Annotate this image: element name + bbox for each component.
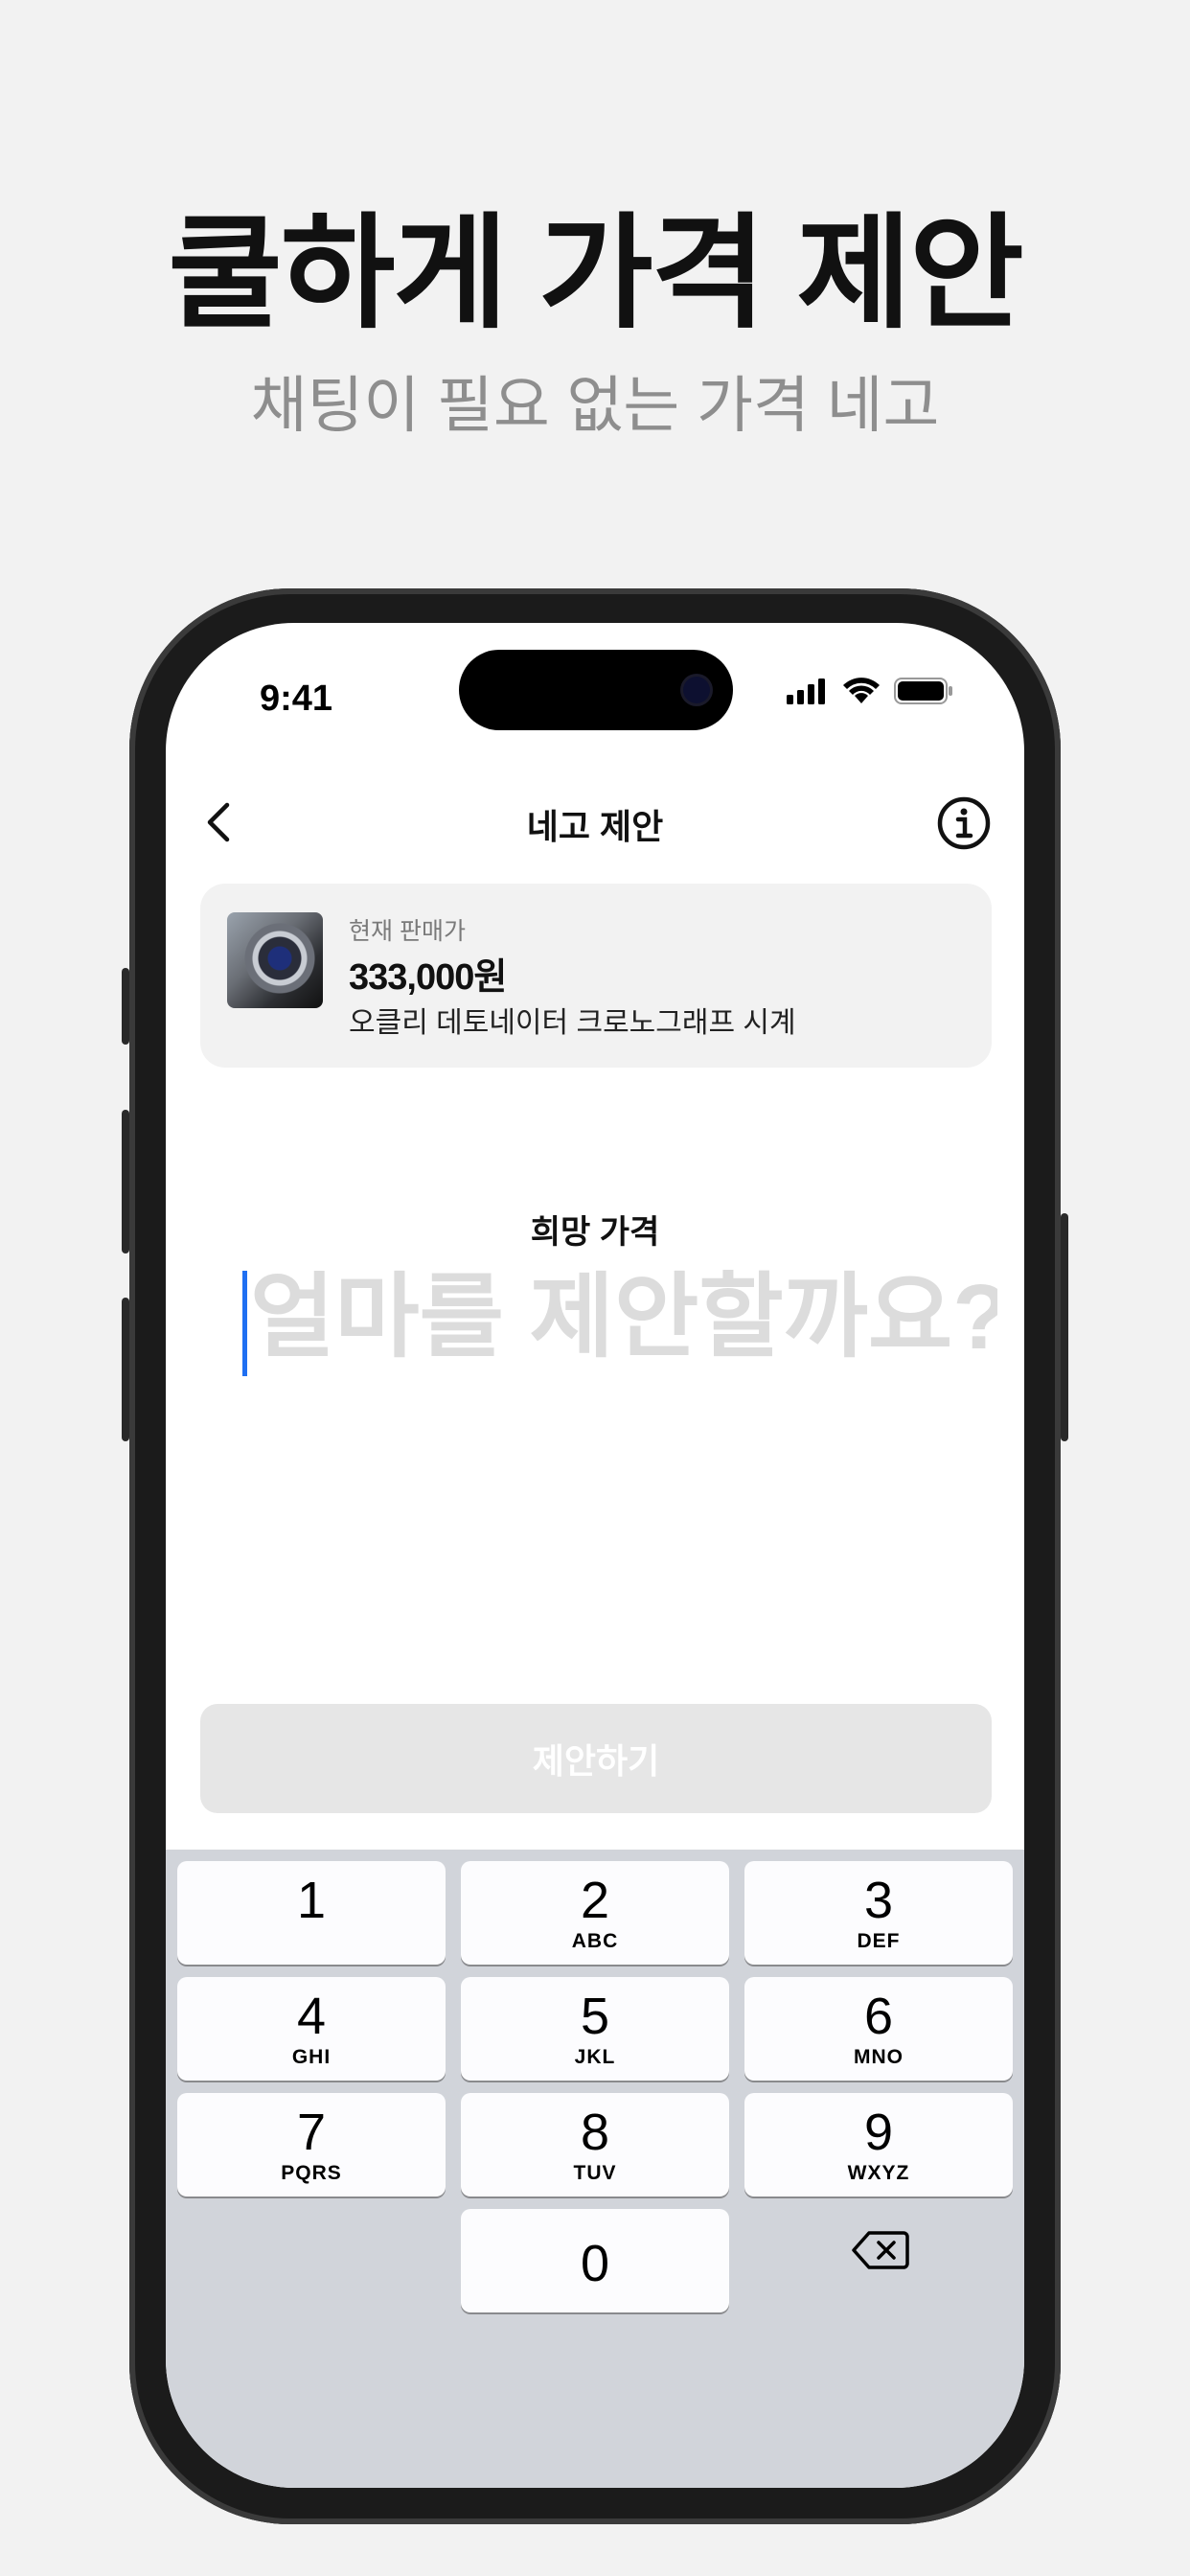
key-1[interactable]: 1 xyxy=(177,1861,446,1965)
phone-screen: 9:41 네고 제안 현재 판매가 333,000원 오클리 데토네이터 크로노… xyxy=(166,623,1024,2488)
key-digit: 1 xyxy=(296,1872,327,1929)
key-8[interactable]: 8 TUV xyxy=(461,2093,729,2196)
key-0[interactable]: 0 xyxy=(461,2209,729,2312)
page-title: 네고 제안 xyxy=(526,807,664,846)
promo-title: 쿨하게 가격 제안 xyxy=(168,203,1023,343)
wifi-icon xyxy=(843,678,880,703)
key-letters: ABC xyxy=(571,1930,619,1952)
key-7[interactable]: 7 PQRS xyxy=(177,2093,446,2196)
cellular-signal-icon xyxy=(787,678,825,704)
key-letters: DEF xyxy=(857,1930,901,1952)
key-6[interactable]: 6 MNO xyxy=(744,1977,1013,2081)
volume-up-button xyxy=(122,1110,129,1254)
product-card: 현재 판매가 333,000원 오클리 데토네이터 크로노그래프 시계 xyxy=(200,884,992,1068)
backspace-icon[interactable] xyxy=(852,2229,909,2271)
camera-icon xyxy=(683,677,710,703)
volume-down-button xyxy=(122,1298,129,1441)
key-digit: 6 xyxy=(863,1988,894,2045)
submit-offer-button[interactable]: 제안하기 xyxy=(200,1704,992,1813)
status-icons xyxy=(787,677,953,705)
desired-price-label: 희망 가격 xyxy=(530,1214,660,1251)
promo-subtitle: 채팅이 필요 없는 가격 네고 xyxy=(250,371,940,440)
key-digit: 3 xyxy=(863,1872,894,1929)
silent-switch xyxy=(122,968,129,1045)
product-thumbnail xyxy=(227,912,323,1008)
key-2[interactable]: 2 ABC xyxy=(461,1861,729,1965)
key-9[interactable]: 9 WXYZ xyxy=(744,2093,1013,2196)
key-digit: 9 xyxy=(863,2104,894,2161)
battery-icon xyxy=(894,678,952,704)
key-letters: PQRS xyxy=(281,2162,342,2184)
key-letters: WXYZ xyxy=(847,2162,910,2184)
product-name: 오클리 데토네이터 크로노그래프 시계 xyxy=(349,1007,796,1039)
dynamic-island xyxy=(459,650,733,730)
key-digit: 7 xyxy=(296,2104,327,2161)
key-3[interactable]: 3 DEF xyxy=(744,1861,1013,1965)
key-letters: TUV xyxy=(573,2162,617,2184)
key-digit: 5 xyxy=(580,1988,610,2045)
text-caret xyxy=(242,1271,247,1376)
key-digit: 4 xyxy=(296,1988,327,2045)
key-4[interactable]: 4 GHI xyxy=(177,1977,446,2081)
key-5[interactable]: 5 JKL xyxy=(461,1977,729,2081)
offer-amount-input[interactable] xyxy=(250,1265,997,1370)
status-time: 9:41 xyxy=(260,678,333,719)
current-price: 333,000원 xyxy=(349,957,507,998)
info-icon[interactable] xyxy=(936,795,992,851)
power-button xyxy=(1061,1213,1068,1441)
key-digit: 0 xyxy=(580,2235,610,2292)
key-letters: JKL xyxy=(574,2046,616,2068)
key-letters: GHI xyxy=(291,2046,332,2068)
key-digit: 8 xyxy=(580,2104,610,2161)
key-digit: 2 xyxy=(580,1872,610,1929)
phone-frame: 9:41 네고 제안 현재 판매가 333,000원 오클리 데토네이터 크로노… xyxy=(122,588,1068,2524)
current-price-label: 현재 판매가 xyxy=(349,918,466,945)
key-letters: MNO xyxy=(854,2046,904,2068)
